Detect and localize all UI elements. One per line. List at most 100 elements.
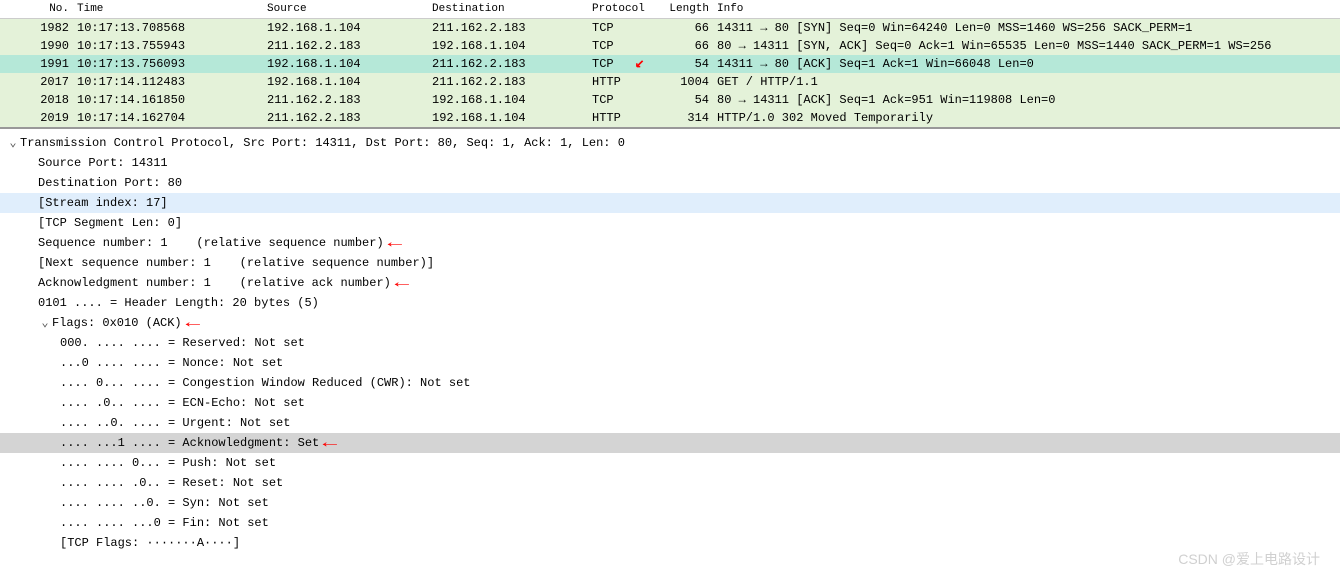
- packet-dest: 211.162.2.183: [428, 74, 588, 90]
- header-length[interactable]: Length: [663, 2, 713, 16]
- packet-length: 314: [663, 110, 713, 126]
- packet-detail-pane[interactable]: ⌄Transmission Control Protocol, Src Port…: [0, 129, 1340, 557]
- packet-protocol: TCP: [588, 56, 663, 72]
- detail-text: .... .... 0... = Push: Not set: [60, 456, 276, 470]
- packet-time: 10:17:13.756093: [73, 56, 263, 72]
- detail-line[interactable]: .... .... ..0. = Syn: Not set: [0, 493, 1340, 513]
- detail-line[interactable]: .... ...1 .... = Acknowledgment: Set←: [0, 433, 1340, 453]
- detail-text: 0101 .... = Header Length: 20 bytes (5): [38, 296, 319, 310]
- detail-text: .... .... .0.. = Reset: Not set: [60, 476, 283, 490]
- detail-line[interactable]: 000. .... .... = Reserved: Not set: [0, 333, 1340, 353]
- detail-line[interactable]: Destination Port: 80: [0, 173, 1340, 193]
- detail-text: Flags: 0x010 (ACK): [52, 316, 182, 330]
- packet-row[interactable]: 201810:17:14.161850211.162.2.183192.168.…: [0, 91, 1340, 109]
- packet-dest: 192.168.1.104: [428, 38, 588, 54]
- packet-no: 1990: [18, 38, 73, 54]
- packet-row[interactable]: 199010:17:13.755943211.162.2.183192.168.…: [0, 37, 1340, 55]
- detail-line[interactable]: ...0 .... .... = Nonce: Not set: [0, 353, 1340, 373]
- packet-row[interactable]: 201910:17:14.162704211.162.2.183192.168.…: [0, 109, 1340, 127]
- packet-protocol: TCP: [588, 20, 663, 36]
- detail-line[interactable]: [Next sequence number: 1 (relative seque…: [0, 253, 1340, 273]
- packet-info: 14311 → 80 [SYN] Seq=0 Win=64240 Len=0 M…: [713, 20, 1340, 36]
- packet-dest: 192.168.1.104: [428, 92, 588, 108]
- packet-time: 10:17:13.755943: [73, 38, 263, 54]
- packet-row[interactable]: 201710:17:14.112483192.168.1.104211.162.…: [0, 73, 1340, 91]
- packet-info: 80 → 14311 [ACK] Seq=1 Ack=951 Win=11980…: [713, 92, 1340, 108]
- detail-line[interactable]: [TCP Segment Len: 0]: [0, 213, 1340, 233]
- packet-length: 54: [663, 56, 713, 72]
- detail-text: .... ..0. .... = Urgent: Not set: [60, 416, 290, 430]
- detail-text: [TCP Segment Len: 0]: [38, 216, 182, 230]
- packet-source: 192.168.1.104: [263, 56, 428, 72]
- detail-line[interactable]: .... .... .0.. = Reset: Not set: [0, 473, 1340, 493]
- packet-length: 54: [663, 92, 713, 108]
- detail-line[interactable]: .... 0... .... = Congestion Window Reduc…: [0, 373, 1340, 393]
- detail-line[interactable]: .... .... ...0 = Fin: Not set: [0, 513, 1340, 533]
- detail-line[interactable]: Sequence number: 1 (relative sequence nu…: [0, 233, 1340, 253]
- header-info[interactable]: Info: [713, 2, 1340, 16]
- detail-line[interactable]: .... .... 0... = Push: Not set: [0, 453, 1340, 473]
- detail-text: [Stream index: 17]: [38, 196, 168, 210]
- detail-text: .... .0.. .... = ECN-Echo: Not set: [60, 396, 305, 410]
- packet-no: 2019: [18, 110, 73, 126]
- arrow-icon: ←: [185, 313, 199, 333]
- packet-protocol: TCP: [588, 92, 663, 108]
- packet-info: 14311 → 80 [ACK] Seq=1 Ack=1 Win=66048 L…: [713, 56, 1340, 72]
- packet-source: 211.162.2.183: [263, 38, 428, 54]
- arrow-icon: ↙: [635, 52, 645, 72]
- packet-length: 66: [663, 38, 713, 54]
- packet-no: 1982: [18, 20, 73, 36]
- detail-line[interactable]: [TCP Flags: ·······A····]: [0, 533, 1340, 553]
- detail-text: .... 0... .... = Congestion Window Reduc…: [60, 376, 470, 390]
- detail-line[interactable]: Acknowledgment number: 1 (relative ack n…: [0, 273, 1340, 293]
- packet-protocol: HTTP: [588, 74, 663, 90]
- packet-row[interactable]: 199110:17:13.756093192.168.1.104211.162.…: [0, 55, 1340, 73]
- packet-dest: 192.168.1.104: [428, 110, 588, 126]
- detail-line[interactable]: [Stream index: 17]: [0, 193, 1340, 213]
- detail-text: 000. .... .... = Reserved: Not set: [60, 336, 305, 350]
- packet-info: GET / HTTP/1.1: [713, 74, 1340, 90]
- packet-source: 192.168.1.104: [263, 20, 428, 36]
- packet-no: 2018: [18, 92, 73, 108]
- header-source[interactable]: Source: [263, 2, 428, 16]
- packet-time: 10:17:14.162704: [73, 110, 263, 126]
- detail-line[interactable]: .... ..0. .... = Urgent: Not set: [0, 413, 1340, 433]
- packet-protocol: TCP: [588, 38, 663, 54]
- packet-source: 211.162.2.183: [263, 92, 428, 108]
- packet-info: 80 → 14311 [SYN, ACK] Seq=0 Ack=1 Win=65…: [713, 38, 1340, 54]
- packet-time: 10:17:13.708568: [73, 20, 263, 36]
- packet-no: 1991: [18, 56, 73, 72]
- header-protocol[interactable]: Protocol: [588, 2, 663, 16]
- packet-info: HTTP/1.0 302 Moved Temporarily: [713, 110, 1340, 126]
- chevron-down-icon[interactable]: ⌄: [38, 313, 52, 333]
- packet-dest: 211.162.2.183: [428, 56, 588, 72]
- header-destination[interactable]: Destination: [428, 2, 588, 16]
- detail-text: Acknowledgment number: 1 (relative ack n…: [38, 276, 391, 290]
- detail-line[interactable]: 0101 .... = Header Length: 20 bytes (5): [0, 293, 1340, 313]
- header-time[interactable]: Time: [73, 2, 263, 16]
- detail-text: Source Port: 14311: [38, 156, 168, 170]
- arrow-icon: ←: [394, 273, 408, 293]
- packet-protocol: HTTP: [588, 110, 663, 126]
- detail-text: [TCP Flags: ·······A····]: [60, 536, 240, 550]
- arrow-icon: ←: [323, 433, 337, 453]
- packet-length: 66: [663, 20, 713, 36]
- packet-time: 10:17:14.161850: [73, 92, 263, 108]
- packet-header-row: No. Time Source Destination Protocol Len…: [0, 0, 1340, 19]
- detail-line[interactable]: ⌄Flags: 0x010 (ACK)←: [0, 313, 1340, 333]
- detail-line[interactable]: .... .0.. .... = ECN-Echo: Not set: [0, 393, 1340, 413]
- detail-line[interactable]: ⌄Transmission Control Protocol, Src Port…: [0, 133, 1340, 153]
- detail-line[interactable]: Source Port: 14311: [0, 153, 1340, 173]
- detail-text: ...0 .... .... = Nonce: Not set: [60, 356, 283, 370]
- detail-text: .... .... ...0 = Fin: Not set: [60, 516, 269, 530]
- packet-length: 1004: [663, 74, 713, 90]
- chevron-down-icon[interactable]: ⌄: [6, 133, 20, 153]
- packet-row[interactable]: 198210:17:13.708568192.168.1.104211.162.…: [0, 19, 1340, 37]
- header-no[interactable]: No.: [18, 2, 73, 16]
- detail-text: Transmission Control Protocol, Src Port:…: [20, 136, 625, 150]
- packet-time: 10:17:14.112483: [73, 74, 263, 90]
- detail-text: [Next sequence number: 1 (relative seque…: [38, 256, 434, 270]
- detail-text: Sequence number: 1 (relative sequence nu…: [38, 236, 384, 250]
- packet-source: 211.162.2.183: [263, 110, 428, 126]
- packet-list: No. Time Source Destination Protocol Len…: [0, 0, 1340, 129]
